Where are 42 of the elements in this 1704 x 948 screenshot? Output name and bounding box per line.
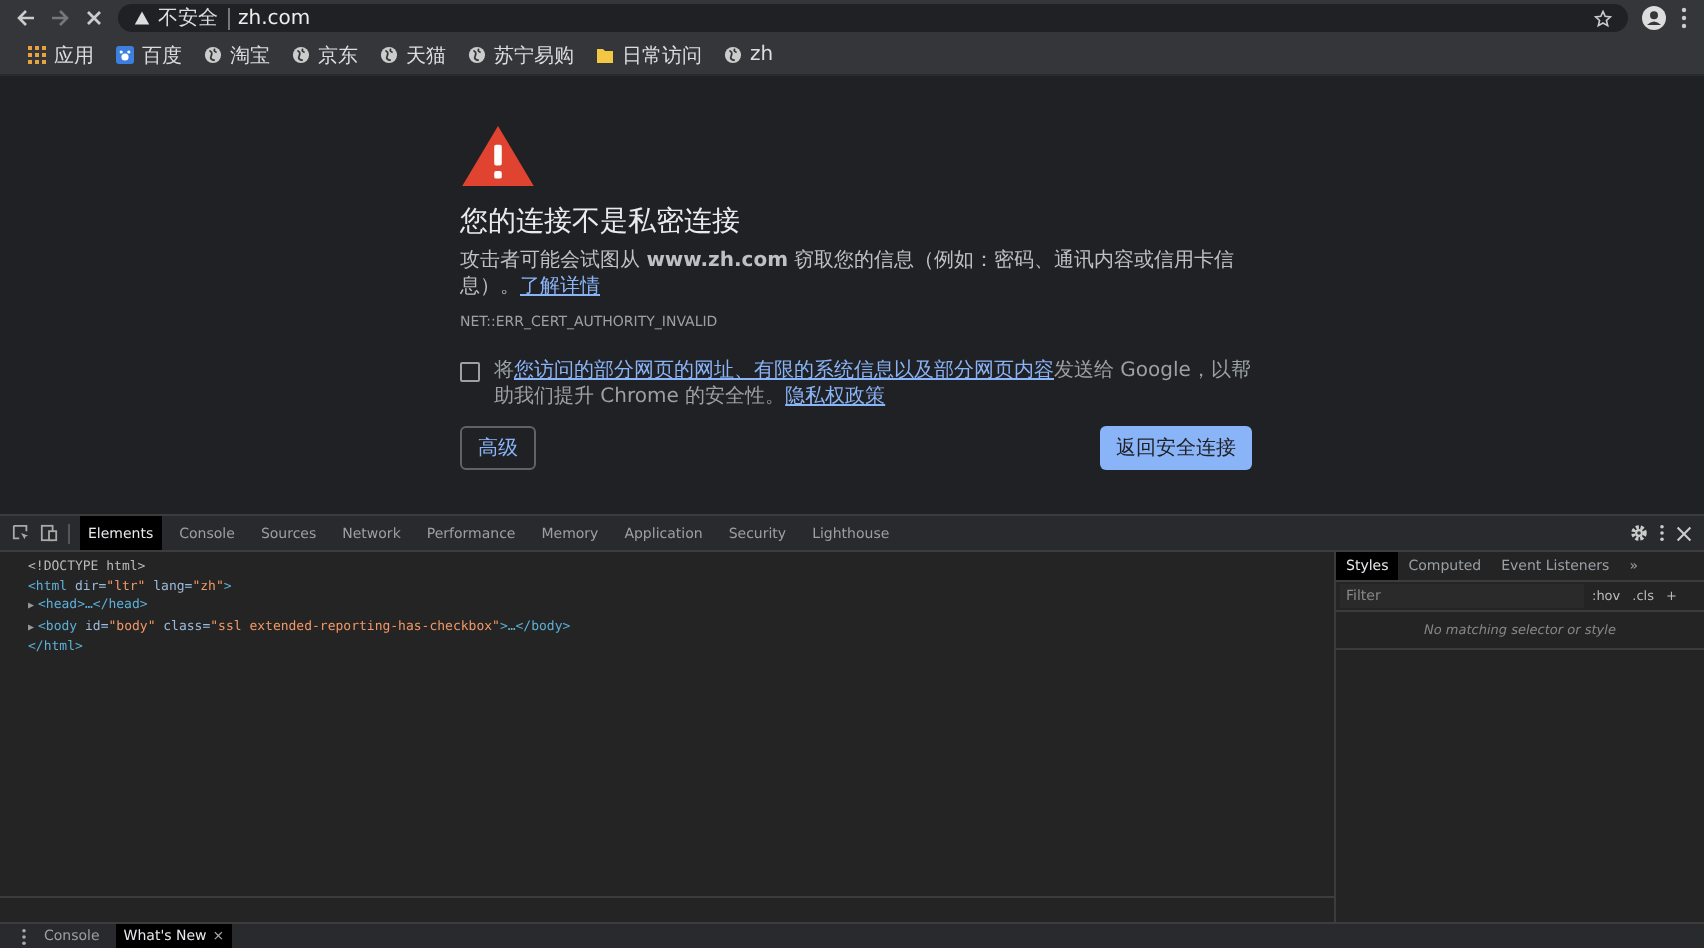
security-label: 不安全: [158, 7, 230, 29]
folder-icon: [596, 46, 614, 64]
error-description: 攻击者可能会试图从 www.zh.com 窃取您的信息（例如：密码、通讯内容或信用卡信息）。了解详情: [460, 248, 1237, 300]
bookmark-item[interactable]: 淘宝: [204, 41, 270, 69]
bookmark-item[interactable]: zh: [724, 44, 774, 66]
globe-icon: [380, 46, 398, 64]
warning-triangle-icon: [460, 124, 536, 188]
menu-icon[interactable]: [20, 927, 28, 945]
star-icon[interactable]: [1594, 9, 1612, 27]
globe-icon: [204, 46, 222, 64]
learn-more-link[interactable]: 了解详情: [520, 276, 600, 298]
bookmark-item[interactable]: 苏宁易购: [468, 41, 574, 69]
bookmark-item[interactable]: 应用: [28, 41, 94, 69]
paw-logo-icon: [116, 46, 134, 64]
apps-grid-icon: [28, 46, 46, 64]
forward-arrow-icon[interactable]: [50, 8, 70, 28]
globe-icon: [724, 46, 742, 64]
warning-icon: [134, 10, 150, 26]
policy-link[interactable]: 隐私权政策: [785, 386, 886, 408]
back-arrow-icon[interactable]: [16, 8, 36, 28]
bookmark-item[interactable]: 京东: [292, 41, 358, 69]
inspect-element-icon[interactable]: [12, 524, 30, 542]
bookmark-item[interactable]: 百度: [116, 41, 182, 69]
advanced-button[interactable]: 高级: [460, 426, 536, 470]
more-menu-icon[interactable]: [1658, 524, 1666, 542]
globe-icon: [468, 46, 486, 64]
url-text: zh.com: [238, 7, 311, 29]
device-toolbar-icon[interactable]: [40, 524, 58, 542]
bookmark-item[interactable]: 天猫: [380, 41, 446, 69]
bookmark-item[interactable]: 日常访问: [596, 41, 702, 69]
checkbox[interactable]: [460, 362, 480, 382]
profile-avatar-icon[interactable]: [1642, 6, 1666, 30]
address-bar[interactable]: 不安全 zh.com: [118, 4, 1628, 32]
close-icon[interactable]: [84, 8, 104, 28]
policy-link[interactable]: 您访问的部分网页的网址、有限的系统信息以及部分网页内容: [514, 360, 1054, 382]
error-heading: 您的连接不是私密连接: [460, 204, 740, 240]
back-to-safety-button[interactable]: 返回安全连接: [1100, 426, 1252, 470]
reporting-consent-text: 将您访问的部分网页的网址、有限的系统信息以及部分网页内容发送给 Google，以帮助我们提升 Chrome 的安全性。隐私权政策: [494, 358, 1252, 410]
close-icon[interactable]: [1676, 525, 1692, 541]
globe-icon: [292, 46, 310, 64]
settings-icon[interactable]: [1630, 524, 1648, 542]
more-menu-icon[interactable]: [1680, 6, 1688, 30]
